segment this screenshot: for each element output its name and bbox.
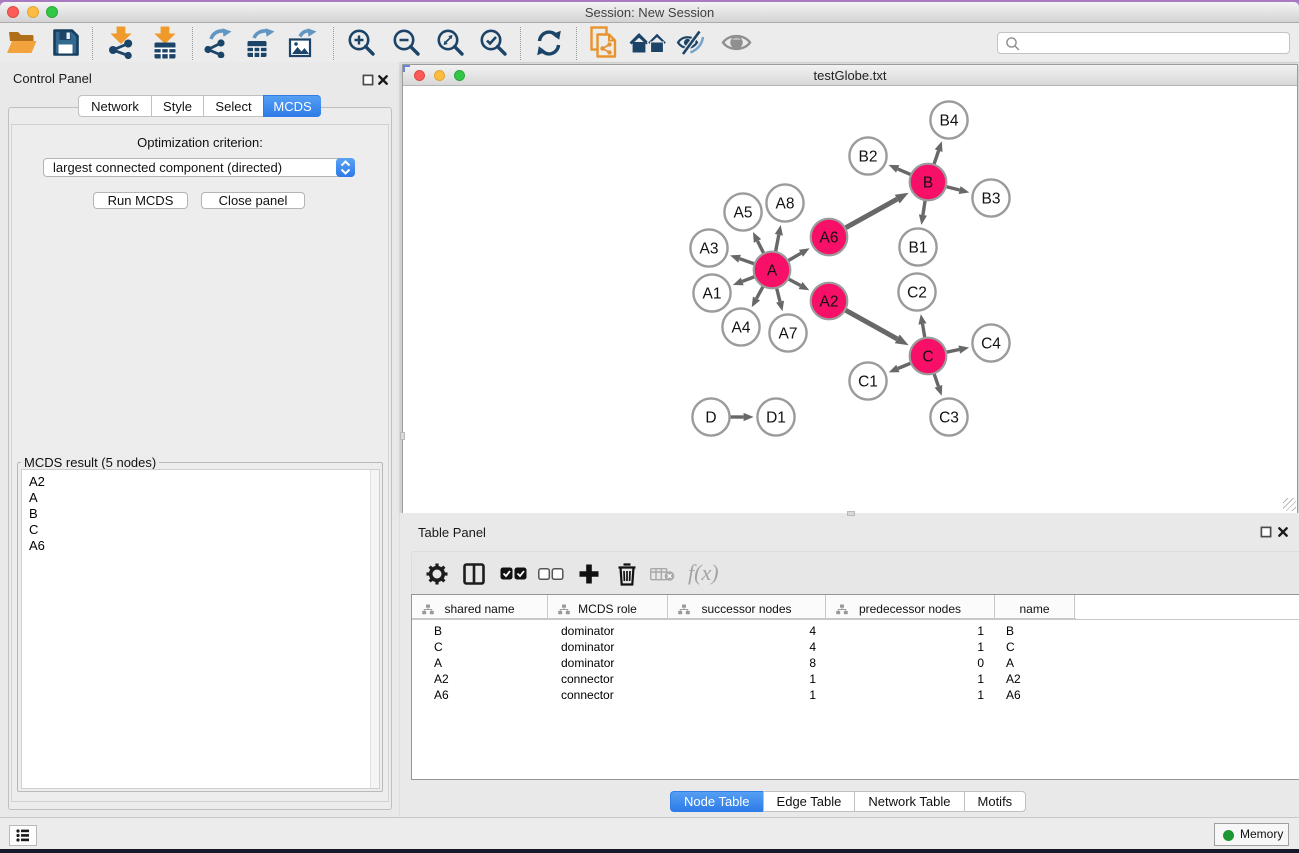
svg-text:A6: A6: [820, 229, 839, 246]
svg-text:B2: B2: [859, 148, 878, 165]
svg-text:B1: B1: [909, 239, 928, 256]
svg-text:A2: A2: [820, 293, 839, 310]
svg-text:B: B: [923, 174, 933, 191]
svg-text:C4: C4: [981, 335, 1001, 352]
svg-text:C1: C1: [858, 373, 878, 390]
svg-text:D: D: [705, 409, 716, 426]
svg-text:C: C: [922, 348, 933, 365]
svg-text:A8: A8: [776, 195, 795, 212]
svg-text:D1: D1: [766, 409, 786, 426]
svg-text:B3: B3: [982, 190, 1001, 207]
svg-text:A3: A3: [700, 240, 719, 257]
svg-text:A1: A1: [703, 285, 722, 302]
svg-text:A: A: [767, 262, 778, 279]
svg-text:C3: C3: [939, 409, 959, 426]
svg-text:A7: A7: [779, 325, 798, 342]
svg-text:A4: A4: [732, 319, 751, 336]
svg-text:A5: A5: [734, 204, 753, 221]
svg-text:C2: C2: [907, 284, 927, 301]
svg-text:B4: B4: [940, 112, 959, 129]
